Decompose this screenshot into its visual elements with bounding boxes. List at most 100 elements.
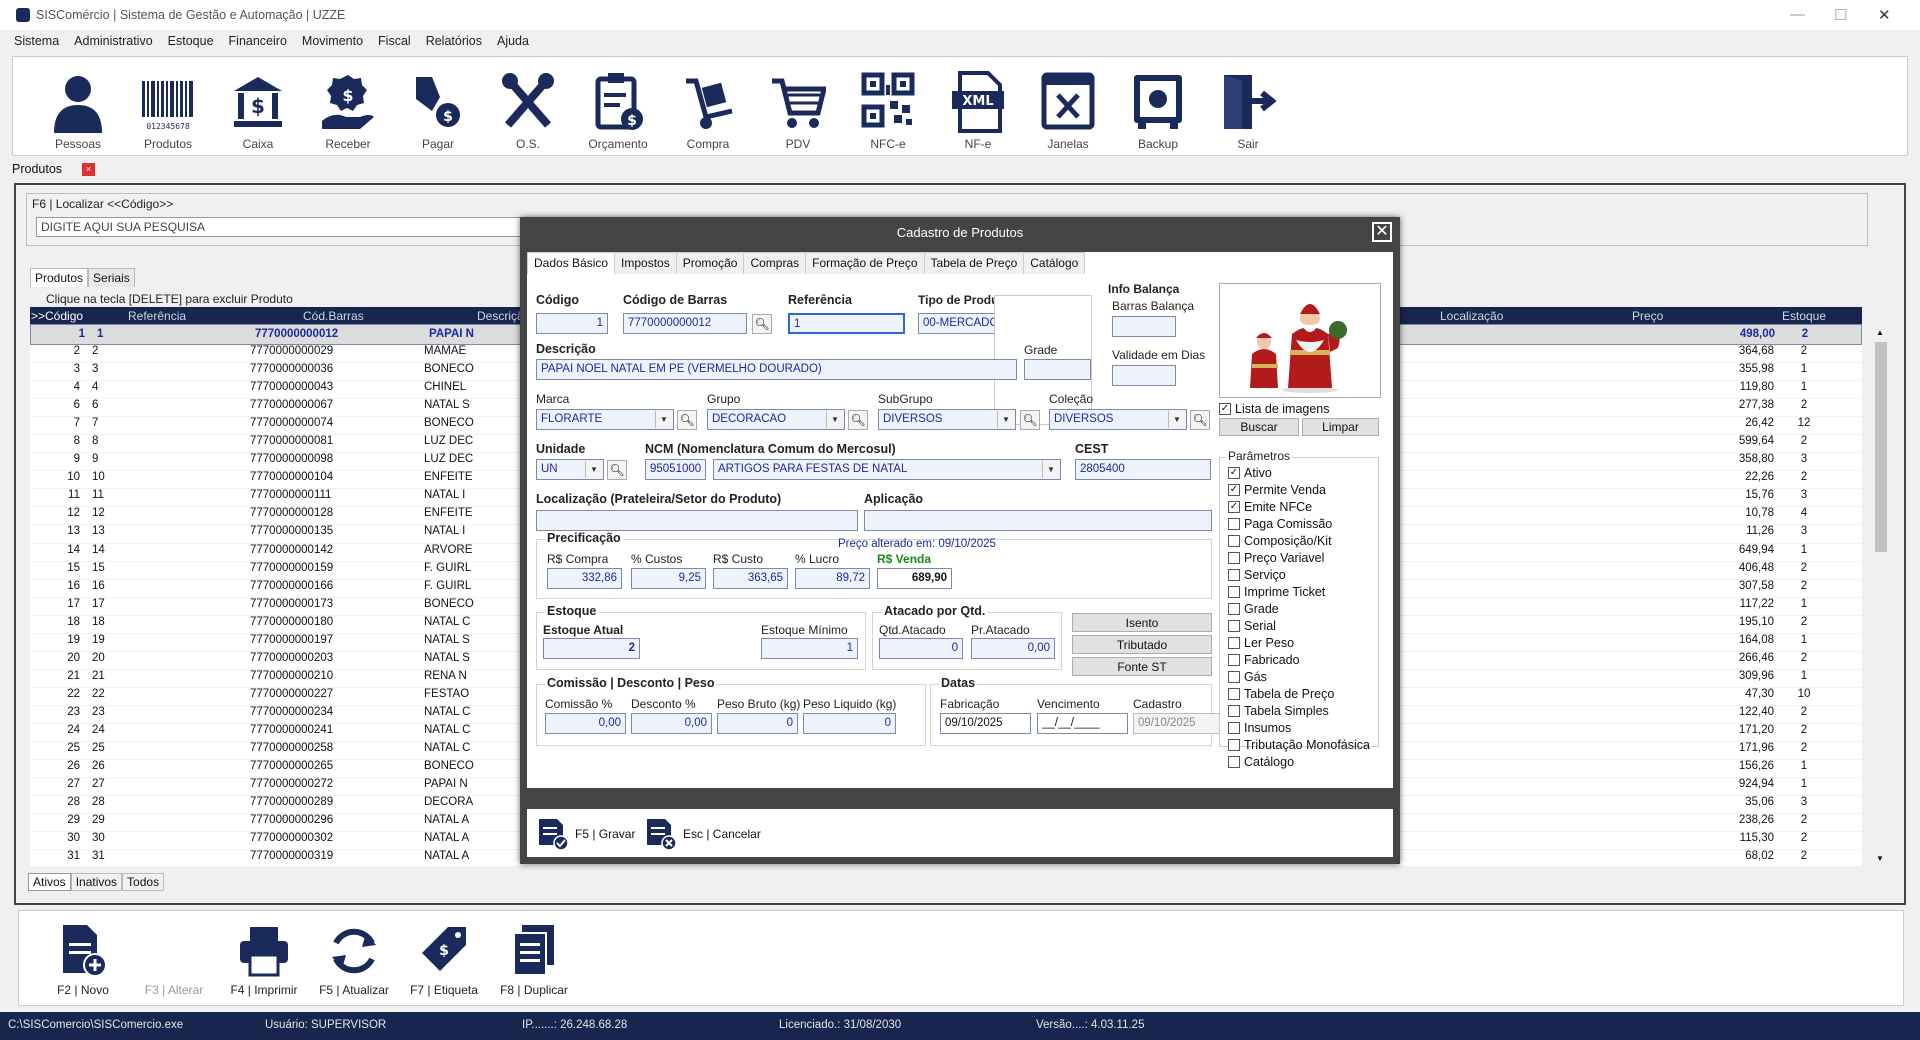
grade-field[interactable] xyxy=(1024,359,1091,380)
toolbar-nfe-button[interactable]: XML NF-e xyxy=(933,57,1023,157)
scroll-down-icon[interactable]: ▼ xyxy=(1876,854,1884,863)
buscar-button[interactable]: Buscar xyxy=(1219,418,1299,436)
parametro-checkbox[interactable]: Tributação Monofásica xyxy=(1228,736,1370,753)
toolbar-sair-button[interactable]: Sair xyxy=(1203,57,1293,157)
col-localizacao[interactable]: Localização xyxy=(1440,309,1503,323)
menu-fiscal[interactable]: Fiscal xyxy=(378,34,411,48)
parametro-checkbox[interactable]: Serial xyxy=(1228,617,1370,634)
atualizar-button[interactable]: F5 | Atualizar xyxy=(309,923,399,997)
grid-scrollbar[interactable]: ▲ ▼ xyxy=(1872,324,1890,868)
toolbar-orcamento-button[interactable]: $ Orçamento xyxy=(573,57,663,157)
rs-venda-field[interactable]: 689,90 xyxy=(877,568,952,589)
tab-promocao[interactable]: Promoção xyxy=(675,252,745,274)
menu-ajuda[interactable]: Ajuda xyxy=(497,34,529,48)
menu-administrativo[interactable]: Administrativo xyxy=(74,34,153,48)
ncm-code-field[interactable]: 95051000 xyxy=(645,459,706,480)
dialog-close-icon[interactable]: ✕ xyxy=(1372,222,1392,242)
chevron-down-icon[interactable]: ▼ xyxy=(1042,461,1059,478)
gravar-button[interactable]: F5 | Gravar xyxy=(537,817,635,851)
colecao-select[interactable]: DIVERSOS ▼ xyxy=(1049,409,1187,430)
chevron-down-icon[interactable]: ▼ xyxy=(997,411,1014,428)
referencia-field[interactable]: 1 xyxy=(788,313,905,334)
tab-produtos[interactable]: Produtos xyxy=(6,162,68,176)
subgrupo-search-icon[interactable]: 🔍︎ xyxy=(1020,410,1040,430)
chevron-down-icon[interactable]: ▼ xyxy=(1168,411,1185,428)
toolbar-receber-button[interactable]: $ Receber xyxy=(303,57,393,157)
ncm-select[interactable]: ARTIGOS PARA FESTAS DE NATAL ▼ xyxy=(713,459,1061,480)
subgrupo-select[interactable]: DIVERSOS ▼ xyxy=(878,409,1016,430)
menu-estoque[interactable]: Estoque xyxy=(168,34,214,48)
barras-search-icon[interactable]: 🔍︎ xyxy=(752,314,772,334)
filter-todos[interactable]: Todos xyxy=(122,873,165,891)
col-estoque[interactable]: Estoque xyxy=(1782,309,1826,323)
toolbar-compra-button[interactable]: Compra xyxy=(663,57,753,157)
tab-close-icon[interactable]: × xyxy=(82,162,96,176)
grupo-search-icon[interactable]: 🔍︎ xyxy=(848,410,868,430)
cancelar-button[interactable]: Esc | Cancelar xyxy=(645,817,761,851)
parametro-checkbox[interactable]: Gás xyxy=(1228,668,1370,685)
cest-field[interactable]: 2805400 xyxy=(1075,459,1211,480)
imprimir-button[interactable]: F4 | Imprimir xyxy=(219,923,309,997)
col-barras[interactable]: Cód.Barras xyxy=(303,309,364,323)
maximize-button[interactable]: ☐ xyxy=(1834,6,1847,24)
etiqueta-button[interactable]: $ F7 | Etiqueta xyxy=(399,923,489,997)
menu-relatorios[interactable]: Relatórios xyxy=(426,34,482,48)
parametro-checkbox[interactable]: Ler Peso xyxy=(1228,634,1370,651)
limpar-button[interactable]: Limpar xyxy=(1302,418,1379,436)
tab-dados-basico[interactable]: Dados Básico xyxy=(527,252,616,274)
toolbar-caixa-button[interactable]: $ Caixa xyxy=(213,57,303,157)
lista-imagens-checkbox[interactable]: ✓ Lista de imagens xyxy=(1219,400,1330,417)
chevron-down-icon[interactable]: ▼ xyxy=(826,411,843,428)
fonte-st-button[interactable]: Fonte ST xyxy=(1072,657,1212,676)
isento-button[interactable]: Isento xyxy=(1072,613,1212,632)
parametro-checkbox[interactable]: Composição/Kit xyxy=(1228,532,1370,549)
toolbar-janelas-button[interactable]: Janelas xyxy=(1023,57,1113,157)
fabricacao-field[interactable]: 09/10/2025 xyxy=(940,713,1031,734)
marca-select[interactable]: FLORARTE ▼ xyxy=(536,409,674,430)
tab-tabela-preco[interactable]: Tabela de Preço xyxy=(923,252,1025,274)
chevron-down-icon[interactable]: ▼ xyxy=(585,461,602,478)
tab-formacao-preco[interactable]: Formação de Preço xyxy=(805,252,925,274)
search-input[interactable]: DIGITE AQUI SUA PESQUISA xyxy=(36,217,596,237)
parametro-checkbox[interactable]: ✓ Emite NFCe xyxy=(1228,498,1370,515)
toolbar-pessoas-button[interactable]: Pessoas xyxy=(33,57,123,157)
pr-atacado-field[interactable]: 0,00 xyxy=(971,638,1055,659)
descricao-field[interactable]: PAPAI NOEL NATAL EM PE (VERMELHO DOURADO… xyxy=(536,359,1017,380)
tab-impostos[interactable]: Impostos xyxy=(614,252,677,274)
col-preco[interactable]: Preço xyxy=(1632,309,1663,323)
col-codigo[interactable]: >>Código xyxy=(31,309,83,323)
estoque-atual-field[interactable]: 2 xyxy=(543,638,640,659)
scroll-thumb[interactable] xyxy=(1875,342,1887,552)
peso-liquido-field[interactable]: 0 xyxy=(803,713,896,734)
parametro-checkbox[interactable]: Fabricado xyxy=(1228,651,1370,668)
tab-compras[interactable]: Compras xyxy=(743,252,807,274)
tributado-button[interactable]: Tributado xyxy=(1072,635,1212,654)
col-referencia[interactable]: Referência xyxy=(128,309,186,323)
pct-lucro-field[interactable]: 89,72 xyxy=(795,568,870,589)
unidade-search-icon[interactable]: 🔍︎ xyxy=(607,460,627,480)
validade-field[interactable] xyxy=(1112,365,1176,386)
filter-inativos[interactable]: Inativos xyxy=(70,873,123,891)
menu-financeiro[interactable]: Financeiro xyxy=(229,34,287,48)
localizacao-field[interactable] xyxy=(536,510,858,531)
tab-seriais[interactable]: Seriais xyxy=(88,268,135,287)
parametro-checkbox[interactable]: Preço Variavel xyxy=(1228,549,1370,566)
scroll-up-icon[interactable]: ▲ xyxy=(1876,328,1884,337)
marca-search-icon[interactable]: 🔍︎ xyxy=(677,410,697,430)
close-button[interactable]: ✕ xyxy=(1878,6,1891,24)
parametro-checkbox[interactable]: Imprime Ticket xyxy=(1228,583,1370,600)
toolbar-nfce-button[interactable]: NFC-e xyxy=(843,57,933,157)
barras-balanca-field[interactable] xyxy=(1112,316,1176,337)
novo-button[interactable]: F2 | Novo xyxy=(38,923,128,997)
pct-custos-field[interactable]: 9,25 xyxy=(631,568,706,589)
qtd-atacado-field[interactable]: 0 xyxy=(879,638,963,659)
parametro-checkbox[interactable]: ✓ Permite Venda xyxy=(1228,481,1370,498)
comissao-field[interactable]: 0,00 xyxy=(545,713,626,734)
parametro-checkbox[interactable]: ✓ Ativo xyxy=(1228,464,1370,481)
toolbar-produtos-button[interactable]: 012345678 Produtos xyxy=(123,57,213,157)
rs-compra-field[interactable]: 332,86 xyxy=(547,568,622,589)
toolbar-pdv-button[interactable]: PDV xyxy=(753,57,843,157)
toolbar-pagar-button[interactable]: $ Pagar xyxy=(393,57,483,157)
parametro-checkbox[interactable]: Paga Comissão xyxy=(1228,515,1370,532)
unidade-select[interactable]: UN ▼ xyxy=(536,459,604,480)
